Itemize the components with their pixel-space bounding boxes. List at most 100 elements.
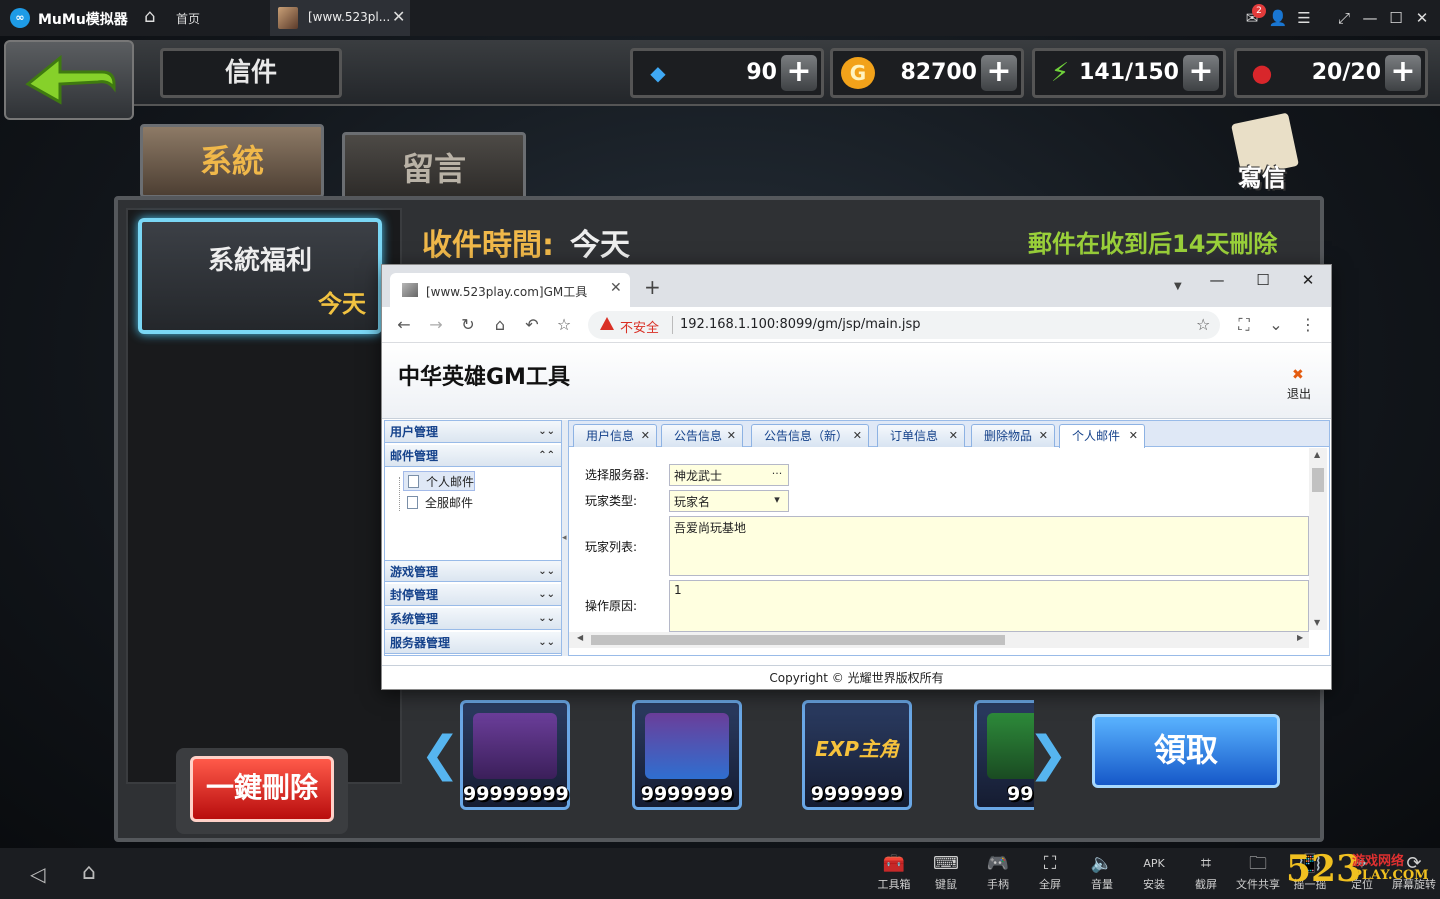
screenshot-button[interactable]: ⌗ 截屏 (1182, 852, 1230, 898)
tab-delete-items[interactable]: 删除物品 ✕ (971, 424, 1055, 447)
reward-item[interactable]: 99999999 (460, 700, 570, 810)
reward-item[interactable]: 9999999 (632, 700, 742, 810)
player-type-select[interactable]: 玩家名 ▾ (669, 490, 789, 512)
minimize-icon[interactable]: — (1360, 8, 1380, 28)
apk-install-button[interactable]: APK 安装 (1130, 852, 1178, 898)
tab-personal-mail[interactable]: 个人邮件 ✕ (1059, 424, 1145, 448)
add-stamina-button[interactable]: + (1385, 55, 1421, 91)
ellipsis-icon[interactable]: ··· (766, 465, 788, 485)
close-icon[interactable]: ✕ (1039, 425, 1048, 447)
close-icon[interactable]: ✕ (853, 425, 862, 447)
minimize-icon[interactable]: — (1205, 271, 1229, 291)
scroll-up-icon[interactable]: ▲ (1314, 450, 1320, 459)
scroll-left-icon[interactable]: ◀ (577, 633, 583, 642)
close-icon[interactable]: ✕ (949, 425, 958, 447)
user-icon[interactable]: 👤 (1268, 8, 1288, 28)
home-icon[interactable]: ⌂ (490, 315, 510, 335)
dropdown-arrow-icon[interactable]: ▾ (766, 491, 788, 511)
resource-energy: ⚡ 141/150 + (1032, 48, 1226, 98)
logout-icon[interactable]: ✖ (1292, 367, 1304, 383)
undo-icon[interactable]: ↶ (522, 315, 542, 335)
game-thumbnail-icon (278, 7, 298, 29)
collapse-arrow-icon[interactable]: ◂ (562, 533, 567, 543)
player-list-textarea[interactable]: 吾爱尚玩基地 (669, 516, 1309, 576)
close-tab-icon[interactable]: ✕ (610, 280, 622, 296)
browser-tab[interactable]: [www.523play.com]GM工具 ✕ (390, 273, 630, 307)
tab-notice-info[interactable]: 公告信息 ✕ (661, 424, 743, 447)
insecure-label[interactable]: 不安全 (620, 317, 659, 336)
sidebar-section-user[interactable]: 用户管理 ⌄⌄ (385, 421, 561, 443)
screenshot-icon[interactable]: ⛶ (1234, 315, 1254, 335)
received-time-value: 今天 (570, 228, 630, 263)
new-tab-icon[interactable]: + (644, 275, 661, 299)
scroll-down-icon[interactable]: ▼ (1314, 618, 1320, 627)
emulator-active-tab[interactable]: [www.523pl... ✕ (270, 0, 410, 36)
url-text[interactable]: 192.168.1.100:8099/gm/jsp/main.jsp (680, 317, 921, 332)
keyboard-button[interactable]: ⌨ 键鼠 (922, 852, 970, 898)
more-icon[interactable]: ⋮ (1298, 315, 1318, 335)
page-title: 信件 (160, 48, 342, 98)
android-back-icon[interactable]: ◁ (30, 862, 45, 886)
bookmark-icon[interactable]: ☆ (554, 315, 574, 335)
sidebar-section-system[interactable]: 系统管理 ⌄⌄ (385, 608, 561, 630)
fullscreen-button[interactable]: ⛶ 全屏 (1026, 852, 1074, 898)
scrollbar-thumb[interactable] (591, 635, 1005, 645)
tab-order-info[interactable]: 订单信息 ✕ (877, 424, 965, 447)
back-button[interactable] (4, 40, 134, 120)
reward-item[interactable]: 99 (974, 700, 1034, 810)
scroll-right-icon[interactable]: ▶ (1297, 633, 1303, 642)
reason-textarea[interactable]: 1 (669, 580, 1309, 632)
next-reward-arrow-icon[interactable]: ❯ (1028, 726, 1068, 782)
folder-icon: 🗀 (1249, 853, 1267, 874)
server-select[interactable]: 神龙武士 ··· (669, 464, 789, 486)
back-arrow-icon (25, 54, 116, 105)
maximize-icon[interactable]: ☐ (1251, 271, 1275, 291)
add-diamond-button[interactable]: + (781, 55, 817, 91)
close-icon[interactable]: ✕ (1129, 425, 1138, 447)
maximize-icon[interactable]: ☐ (1386, 8, 1406, 28)
tab-search-icon[interactable]: ▼ (1174, 281, 1182, 292)
toolbox-button[interactable]: 🧰 工具箱 (870, 852, 918, 898)
tab-message[interactable]: 留言 (342, 132, 526, 206)
forward-icon[interactable]: → (426, 315, 446, 335)
reward-item[interactable]: EXP主角 9999999 (802, 700, 912, 810)
tab-user-info[interactable]: 用户信息 ✕ (573, 424, 657, 447)
tab-notice-info-new[interactable]: 公告信息（新） ✕ (751, 424, 869, 447)
sidebar-section-ban[interactable]: 封停管理 ⌄⌄ (385, 584, 561, 606)
claim-button[interactable]: 領取 (1092, 714, 1280, 788)
volume-button[interactable]: 🔈 音量 (1078, 852, 1126, 898)
sidebar-section-game[interactable]: 游戏管理 ⌄⌄ (385, 560, 561, 582)
resize-icon[interactable]: ⤢ (1334, 8, 1354, 28)
tree-item-personal-mail[interactable]: 个人邮件 (403, 471, 476, 491)
horizontal-scrollbar[interactable]: ◀ ▶ (569, 632, 1309, 648)
android-home-icon[interactable]: ⌂ (82, 860, 96, 885)
sidebar-section-mail[interactable]: 邮件管理 ⌃⌃ (385, 445, 561, 467)
reload-icon[interactable]: ↻ (458, 315, 478, 335)
add-energy-button[interactable]: + (1183, 55, 1219, 91)
close-tab-icon[interactable]: ✕ (392, 7, 405, 26)
star-icon[interactable]: ☆ (1196, 315, 1210, 334)
mail-list-item[interactable]: 系統福利 今天 (138, 218, 382, 334)
home-icon[interactable]: ⌂ (144, 7, 164, 27)
write-mail-button[interactable]: 寫信 (1228, 112, 1312, 192)
download-icon[interactable]: ⌄ (1266, 315, 1286, 335)
vertical-scrollbar[interactable]: ▲ ▼ (1309, 448, 1327, 630)
file-share-button[interactable]: 🗀 文件共享 (1234, 852, 1282, 898)
close-icon[interactable]: ✕ (1412, 8, 1432, 28)
scrollbar-thumb[interactable] (1312, 468, 1324, 492)
tab-system[interactable]: 系統 (140, 124, 324, 198)
logout-button[interactable]: 退出 (1287, 385, 1311, 402)
sidebar-section-server[interactable]: 服务器管理 ⌄⌄ (385, 632, 561, 654)
close-icon[interactable]: ✕ (727, 425, 736, 447)
reward-count: 99 (1007, 783, 1034, 805)
home-tab[interactable]: 首页 (176, 10, 200, 27)
address-bar[interactable]: 不安全 192.168.1.100:8099/gm/jsp/main.jsp ☆ (588, 311, 1220, 339)
delete-all-button[interactable]: 一鍵刪除 (190, 756, 334, 822)
add-gold-button[interactable]: + (981, 55, 1017, 91)
tree-item-server-mail[interactable]: 全服邮件 (403, 493, 473, 513)
menu-icon[interactable]: ☰ (1294, 8, 1314, 28)
close-icon[interactable]: ✕ (641, 425, 650, 447)
gamepad-button[interactable]: 🎮 手柄 (974, 852, 1022, 898)
close-icon[interactable]: ✕ (1296, 271, 1320, 291)
back-icon[interactable]: ← (394, 315, 414, 335)
